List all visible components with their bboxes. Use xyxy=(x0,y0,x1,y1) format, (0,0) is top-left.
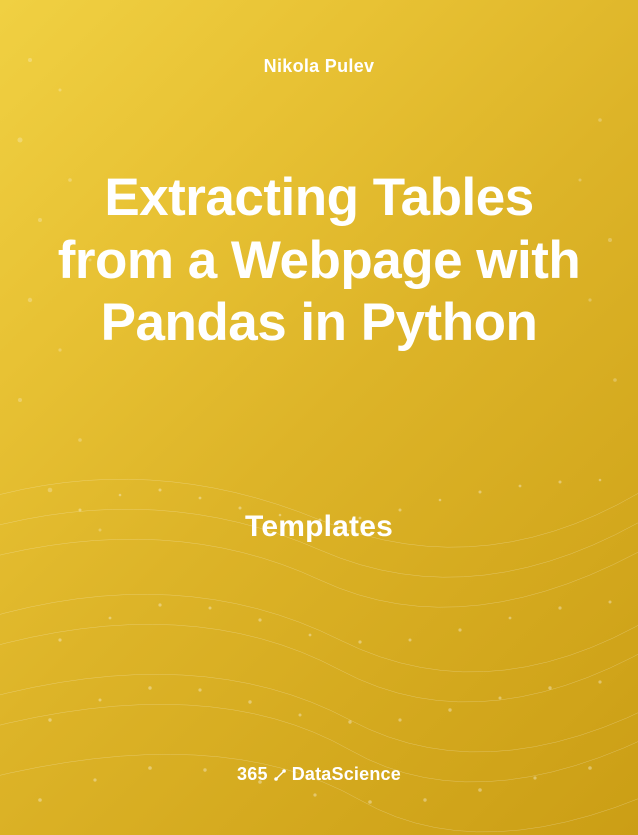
logo-suffix: DataScience xyxy=(292,764,401,785)
logo-prefix: 365 xyxy=(237,764,268,785)
decorative-particles xyxy=(0,0,638,835)
cover-page: Nikola Pulev Extracting Tables from a We… xyxy=(0,0,638,835)
document-title: Extracting Tables from a Webpage with Pa… xyxy=(0,167,638,355)
author-name: Nikola Pulev xyxy=(264,56,375,77)
logo-divider-icon xyxy=(273,768,287,782)
brand-logo: 365 DataScience xyxy=(237,764,401,785)
document-subtitle: Templates xyxy=(245,510,393,544)
